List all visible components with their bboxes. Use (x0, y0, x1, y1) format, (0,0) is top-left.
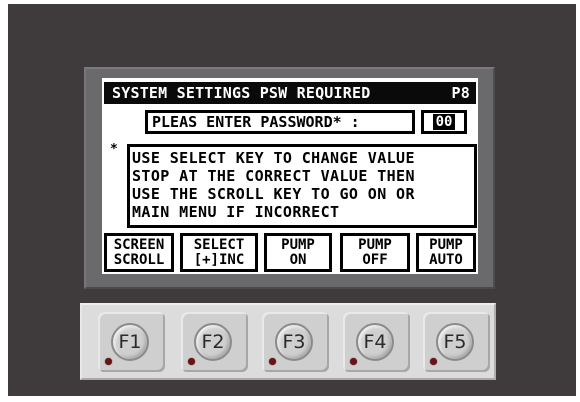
password-prompt-label: PLEAS ENTER PASSWORD* : (152, 113, 360, 131)
password-prompt: PLEAS ENTER PASSWORD* : (145, 110, 415, 134)
softkey-label: PUMP (281, 236, 315, 253)
f2-label: F2 (201, 331, 225, 353)
f4-key-cap: F4 (356, 323, 394, 361)
instruction-line: USE THE SCROLL KEY TO GO ON OR (132, 185, 415, 203)
softkey-pump-auto[interactable]: PUMP AUTO (416, 233, 476, 272)
f5-led-indicator (430, 358, 437, 365)
softkey-screen-scroll[interactable]: SCREEN SCROLL (104, 233, 174, 272)
f3-button[interactable]: F3 (262, 312, 329, 372)
f1-button[interactable]: F1 (98, 312, 165, 372)
asterisk-note-marker: * (110, 142, 118, 157)
softkey-label: ON (289, 251, 307, 268)
f1-led-indicator (105, 358, 112, 365)
password-value: 00 (432, 114, 456, 130)
f3-label: F3 (282, 331, 306, 353)
f5-label: F5 (443, 331, 467, 353)
f4-label: F4 (363, 331, 387, 353)
password-field[interactable]: 00 (421, 110, 467, 134)
softkey-label: PUMP (358, 236, 392, 253)
page-number: P8 (451, 84, 470, 102)
f1-key-cap: F1 (111, 323, 149, 361)
softkey-pump-on[interactable]: PUMP ON (264, 233, 332, 272)
f2-key-cap: F2 (194, 323, 232, 361)
f5-key-cap: F5 (436, 323, 474, 361)
softkey-label: SELECT (193, 236, 245, 253)
softkey-label: SCREEN (113, 236, 165, 253)
f2-button[interactable]: F2 (181, 312, 248, 372)
screen-title: SYSTEM SETTINGS PSW REQUIRED (112, 84, 371, 102)
lcd-screen: SYSTEM SETTINGS PSW REQUIRED P8 PLEAS EN… (102, 78, 478, 274)
softkey-label: OFF (362, 251, 388, 268)
instruction-line: MAIN MENU IF INCORRECT (132, 203, 340, 221)
softkey-label: [+]INC (193, 251, 245, 268)
softkey-label: AUTO (429, 251, 463, 268)
instruction-line: USE SELECT KEY TO CHANGE VALUE (132, 149, 415, 167)
softkey-row: SCREEN SCROLL SELECT [+]INC PUMP ON PUMP… (102, 233, 478, 273)
title-bar: SYSTEM SETTINGS PSW REQUIRED P8 (104, 82, 476, 104)
f3-led-indicator (269, 358, 276, 365)
f2-led-indicator (188, 358, 195, 365)
f3-key-cap: F3 (275, 323, 313, 361)
instruction-line: STOP AT THE CORRECT VALUE THEN (132, 167, 415, 185)
softkey-label: PUMP (429, 236, 463, 253)
f4-led-indicator (350, 358, 357, 365)
f5-button[interactable]: F5 (423, 312, 490, 372)
instruction-box: USE SELECT KEY TO CHANGE VALUE STOP AT T… (127, 144, 477, 228)
softkey-label: SCROLL (113, 251, 165, 268)
f1-label: F1 (118, 331, 142, 353)
softkey-select-inc[interactable]: SELECT [+]INC (180, 233, 258, 272)
softkey-pump-off[interactable]: PUMP OFF (340, 233, 410, 272)
f4-button[interactable]: F4 (343, 312, 410, 372)
